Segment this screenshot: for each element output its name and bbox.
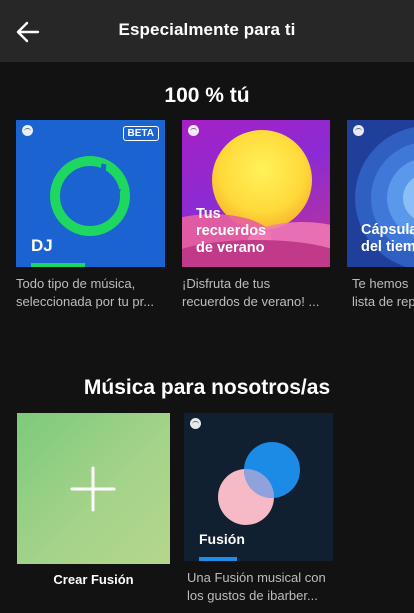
top-bar: Especialmente para ti xyxy=(0,0,414,62)
summer-card-label: Tus recuerdos de verano xyxy=(196,206,267,256)
blend-description: Una Fusión musical con los gustos de iba… xyxy=(187,570,326,603)
create-blend-card[interactable] xyxy=(17,413,170,564)
dj-label: DJ xyxy=(31,236,53,255)
dj-accent-bar xyxy=(31,263,85,267)
page-title: Especialmente para ti xyxy=(118,20,296,39)
create-blend-label: Crear Fusión xyxy=(53,572,134,587)
summer-memories-card[interactable]: Tus recuerdos de verano xyxy=(182,120,330,267)
summer-description: ¡Disfruta de tus recuerdos de verano! ..… xyxy=(182,276,320,309)
capsule-description: Te hemos lista de rep xyxy=(352,276,414,309)
section-title-musica-para-nosotros: Música para nosotros/as xyxy=(83,376,331,399)
capsule-card-label: Cápsula del tiem xyxy=(361,222,414,255)
section-title-100-tu: 100 % tú xyxy=(164,84,250,107)
dj-description: Todo tipo de música, seleccionada por tu… xyxy=(16,276,155,309)
dj-card[interactable]: BETA DJ xyxy=(16,120,165,267)
time-capsule-card[interactable]: Cápsula del tiem xyxy=(347,120,414,267)
plus-icon xyxy=(70,466,116,512)
blend-card[interactable]: Fusión xyxy=(184,413,333,561)
blend-accent-bar xyxy=(199,557,237,561)
blend-label: Fusión xyxy=(199,531,245,547)
